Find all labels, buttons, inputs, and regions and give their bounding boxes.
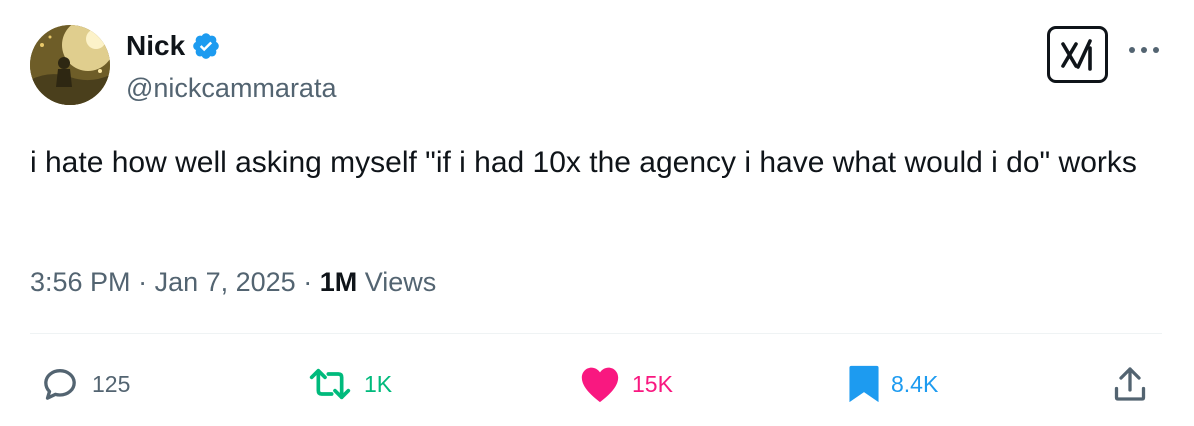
share-icon <box>1114 367 1146 401</box>
views-label[interactable]: Views <box>357 262 437 302</box>
heart-icon <box>581 367 619 403</box>
divider <box>30 333 1162 334</box>
reply-button[interactable]: 125 <box>38 364 130 404</box>
more-options-button[interactable] <box>1124 38 1164 62</box>
more-icon <box>1129 47 1159 53</box>
like-button[interactable]: 15K <box>578 364 673 404</box>
tweet-card: Nick @nickcammarata i hate how well aski… <box>0 0 1194 426</box>
repost-icon <box>309 368 351 400</box>
repost-button[interactable]: 1K <box>306 364 392 404</box>
tweet-text: i hate how well asking myself "if i had … <box>30 146 1137 179</box>
meta-separator: · <box>130 267 155 297</box>
bookmark-button[interactable]: 8.4K <box>847 364 938 404</box>
bookmark-count: 8.4K <box>891 371 939 397</box>
share-button[interactable] <box>1112 364 1148 404</box>
avatar[interactable] <box>30 25 110 105</box>
like-count: 15K <box>632 371 673 397</box>
repost-count: 1K <box>364 371 393 397</box>
tweet-time[interactable]: 3:56 PM <box>30 262 131 302</box>
avatar-image <box>30 25 110 105</box>
tweet-date[interactable]: Jan 7, 2025 <box>155 262 296 302</box>
grok-icon <box>1060 38 1092 71</box>
verified-badge-icon[interactable] <box>191 31 221 61</box>
author-name-row: Nick <box>126 28 221 64</box>
bookmark-icon <box>849 365 879 403</box>
reply-icon <box>44 369 76 400</box>
views-count[interactable]: 1M <box>320 262 358 302</box>
author-display-name[interactable]: Nick <box>126 28 185 64</box>
reply-count: 125 <box>92 371 131 397</box>
meta-separator: · <box>295 267 320 297</box>
tweet-meta: 3:56 PM · Jan 7, 2025 · 1M Views <box>30 262 436 302</box>
author-handle[interactable]: @nickcammarata <box>126 70 336 106</box>
grok-button[interactable] <box>1047 26 1108 83</box>
